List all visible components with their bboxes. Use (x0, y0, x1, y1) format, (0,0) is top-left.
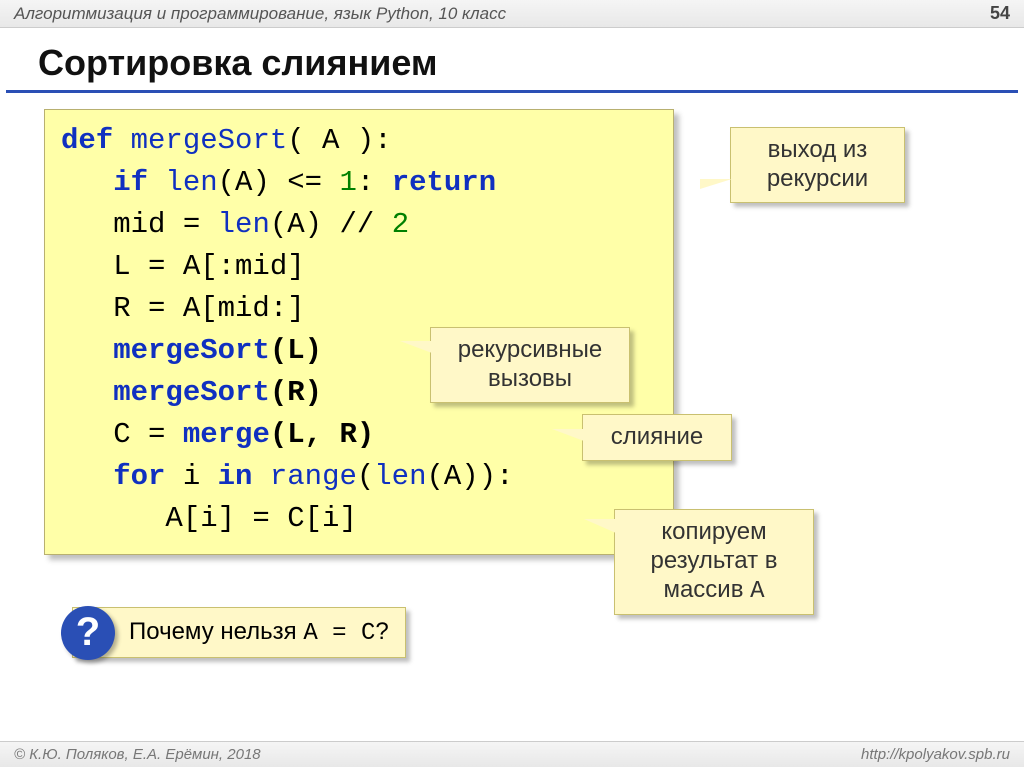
code-call-mergesort: mergeSort (113, 376, 270, 409)
code-fn-len: len (374, 460, 426, 493)
code-text (61, 376, 113, 409)
callout-text: массив (663, 576, 750, 603)
question-mark-icon: ? (61, 606, 115, 660)
copyright: © К.Ю. Поляков, Е.А. Ерёмин, 2018 (14, 746, 261, 763)
code-kw-if: if (61, 166, 148, 199)
question-text: ? (375, 618, 388, 645)
code-call-mergesort: mergeSort (113, 334, 270, 367)
callout-tail (552, 429, 584, 441)
code-text: (A) <= (218, 166, 340, 199)
code-num: 2 (392, 208, 409, 241)
code-num: 1 (339, 166, 356, 199)
subject-label: Алгоритмизация и программирование, язык … (14, 4, 506, 24)
code-text: C = (61, 418, 183, 451)
callout-copy-result: копируем результат в массив A (614, 509, 814, 615)
callout-tail (584, 519, 616, 533)
slide-body: def mergeSort( A ): if len(A) <= 1: retu… (0, 109, 1024, 729)
page-number: 54 (990, 3, 1010, 24)
code-call-merge: merge (183, 418, 270, 451)
code-text: (R) (270, 376, 322, 409)
code-text: ( A ): (287, 124, 391, 157)
code-text: A[i] = C[i] (61, 502, 357, 535)
code-fn-mergesort: mergeSort (113, 124, 287, 157)
question-code: A = C (303, 620, 375, 647)
callout-exit-recursion: выход из рекурсии (730, 127, 905, 203)
callout-tail (400, 341, 432, 353)
code-kw-return: return (392, 166, 496, 199)
code-text: R = A[mid:] (61, 292, 305, 325)
code-text: (L) (270, 334, 322, 367)
code-text: mid = (61, 208, 218, 241)
slide-title: Сортировка слиянием (6, 28, 1018, 93)
footer-url: http://kpolyakov.spb.ru (861, 746, 1010, 763)
callout-recursive-calls: рекурсивные вызовы (430, 327, 630, 403)
code-fn-range: range (252, 460, 356, 493)
code-text: : (357, 166, 392, 199)
code-text: i (165, 460, 217, 493)
question-block: ? Почему нельзя A = C? (72, 607, 406, 658)
code-text: ( (357, 460, 374, 493)
callout-tail (700, 179, 732, 189)
code-fn-len: len (148, 166, 218, 199)
callout-merge: слияние (582, 414, 732, 461)
code-kw-def: def (61, 124, 113, 157)
code-kw-for: for (61, 460, 165, 493)
code-fn-len: len (218, 208, 270, 241)
slide-footer: © К.Ю. Поляков, Е.А. Ерёмин, 2018 http:/… (0, 741, 1024, 767)
code-text: L = A[:mid] (61, 250, 305, 283)
callout-code: A (750, 578, 764, 605)
code-text: (L, R) (270, 418, 374, 451)
code-kw-in: in (218, 460, 253, 493)
code-text (61, 334, 113, 367)
callout-text: копируем результат в (651, 518, 778, 574)
slide-header: Алгоритмизация и программирование, язык … (0, 0, 1024, 28)
question-text: Почему нельзя (129, 618, 303, 645)
code-text: (A) // (270, 208, 392, 241)
code-text: (A)): (427, 460, 514, 493)
